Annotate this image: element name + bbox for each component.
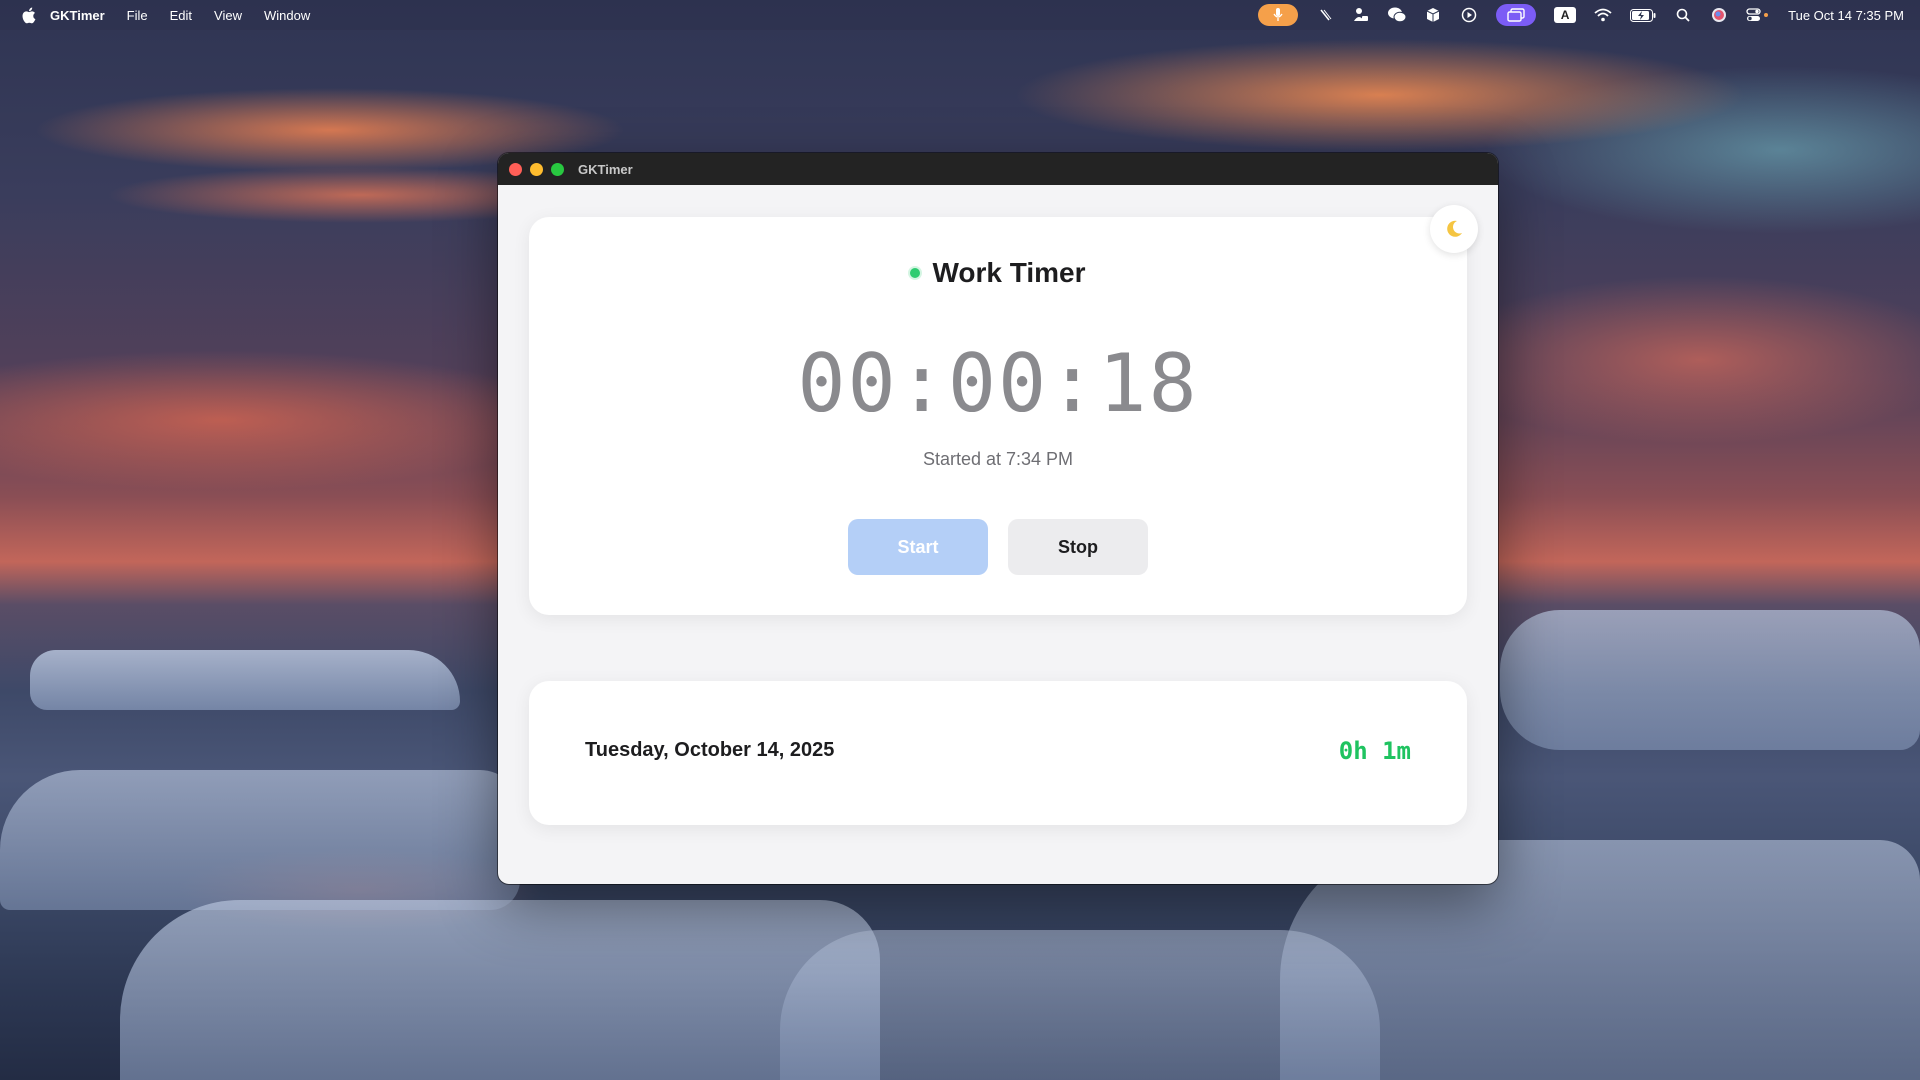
timer-display: 00:00:18: [797, 337, 1199, 430]
window-title: GKTimer: [578, 161, 633, 177]
microphone-icon[interactable]: [1258, 4, 1299, 26]
menu-view[interactable]: View: [214, 8, 242, 23]
screen-mirror-icon[interactable]: [1496, 4, 1537, 26]
ice-floe: [120, 900, 880, 1080]
timer-controls: Start Stop: [529, 519, 1467, 575]
zoom-button[interactable]: [551, 162, 564, 176]
wifi-icon[interactable]: [1594, 6, 1612, 24]
ice-floe: [0, 770, 520, 910]
ice-floe: [1500, 610, 1920, 750]
menu-bar-clock[interactable]: Tue Oct 14 7:35 PM: [1788, 8, 1904, 23]
battery-icon[interactable]: [1630, 6, 1656, 24]
timer-label: Work Timer: [932, 257, 1086, 288]
summary-total-time: 0h 1m: [1338, 737, 1411, 765]
wechat-icon[interactable]: [1388, 6, 1407, 24]
siri-icon[interactable]: [1710, 6, 1728, 24]
menu-file[interactable]: File: [127, 8, 148, 23]
play-circle-icon[interactable]: [1460, 6, 1478, 24]
menu-window[interactable]: Window: [264, 8, 310, 23]
stop-button[interactable]: Stop: [1008, 519, 1148, 575]
menu-bar: GKTimer File Edit View Window A Tue Oct …: [0, 0, 1920, 30]
search-icon[interactable]: [1674, 6, 1692, 24]
moon-icon: [1447, 220, 1462, 237]
cube-icon[interactable]: [1424, 6, 1442, 24]
lock-person-icon[interactable]: [1352, 6, 1370, 24]
started-at-text: Started at 7:34 PM: [922, 449, 1074, 469]
ice-floe: [780, 930, 1380, 1080]
close-button[interactable]: [509, 162, 522, 176]
summary-date: Tuesday, October 14, 2025: [585, 739, 835, 761]
timer-header: Work Timer: [529, 257, 1467, 289]
control-center-icon[interactable]: [1746, 6, 1770, 24]
apple-menu-icon[interactable]: [20, 7, 36, 23]
daily-summary-card: Tuesday, October 14, 2025 0h 1m: [529, 681, 1467, 825]
start-button[interactable]: Start: [848, 519, 988, 575]
menu-edit[interactable]: Edit: [170, 8, 192, 23]
timer-card: Work Timer 00:00:18 Started at 7:34 PM S…: [529, 217, 1467, 615]
running-status-dot: [910, 268, 921, 278]
minimize-button[interactable]: [530, 162, 543, 176]
app-window: GKTimer Work Timer 00:00:18 Started at 7…: [498, 153, 1498, 884]
menu-app-name[interactable]: GKTimer: [50, 8, 105, 23]
theme-toggle-button[interactable]: [1430, 205, 1478, 253]
slash-icon[interactable]: [1316, 6, 1334, 24]
title-bar[interactable]: GKTimer: [498, 153, 1498, 185]
input-source-icon[interactable]: A: [1554, 7, 1577, 23]
ice-floe: [30, 650, 460, 710]
window-content: Work Timer 00:00:18 Started at 7:34 PM S…: [498, 185, 1498, 884]
